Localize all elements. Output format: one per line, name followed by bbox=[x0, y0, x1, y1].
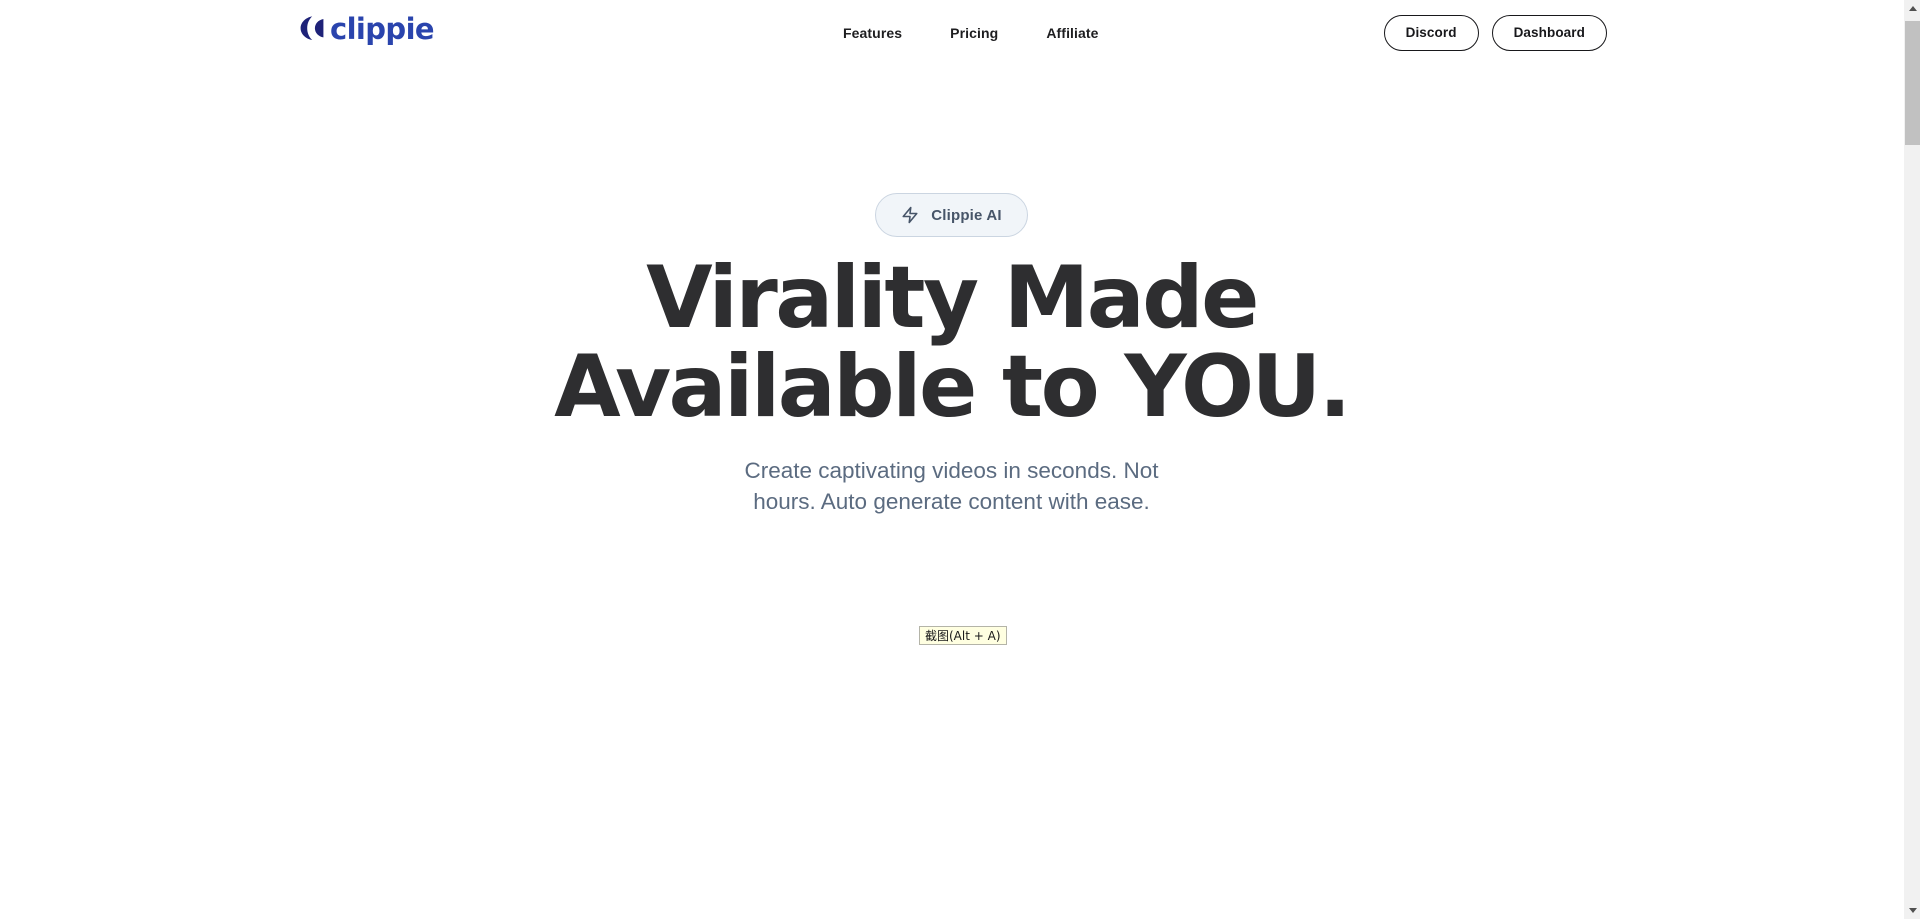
site-header: clippie Features Pricing Affiliate Disco… bbox=[0, 0, 1903, 65]
discord-button[interactable]: Discord bbox=[1383, 14, 1479, 51]
hero-title: Virality Made Available to YOU. bbox=[554, 248, 1351, 437]
nav-link-pricing[interactable]: Pricing bbox=[950, 25, 998, 41]
scrollbar-thumb[interactable] bbox=[1905, 21, 1920, 145]
zap-icon bbox=[902, 206, 918, 224]
hero-title-line-2: Available to YOU. bbox=[554, 336, 1351, 437]
nav-link-affiliate[interactable]: Affiliate bbox=[1046, 25, 1098, 41]
hero-subtitle-line-2: hours. Auto generate content with ease. bbox=[753, 488, 1150, 514]
hero-subtitle-line-1: Create captivating videos in seconds. No… bbox=[744, 458, 1159, 484]
dashboard-button[interactable]: Dashboard bbox=[1491, 14, 1607, 51]
hero-subtitle: Create captivating videos in seconds. No… bbox=[717, 456, 1187, 517]
clippie-logo-mark-icon bbox=[300, 16, 324, 40]
capture-tooltip: 截图(Alt + A) bbox=[919, 626, 1007, 645]
vertical-scrollbar[interactable] bbox=[1903, 0, 1920, 919]
main-navigation: Features Pricing Affiliate bbox=[843, 0, 1099, 65]
header-actions: Discord Dashboard bbox=[1383, 0, 1607, 65]
scroll-down-arrow-icon[interactable] bbox=[1904, 902, 1920, 919]
brand-logo[interactable]: clippie bbox=[296, 11, 435, 46]
clippie-ai-badge[interactable]: Clippie AI bbox=[875, 193, 1028, 237]
hero-section: Clippie AI Virality Made Available to YO… bbox=[0, 65, 1903, 517]
scroll-up-arrow-icon[interactable] bbox=[1904, 0, 1920, 17]
badge-label: Clippie AI bbox=[931, 206, 1002, 224]
hero-title-line-1: Virality Made bbox=[646, 248, 1259, 348]
brand-wordmark: clippie bbox=[330, 11, 435, 46]
page-viewport: clippie Features Pricing Affiliate Disco… bbox=[0, 0, 1903, 919]
nav-link-features[interactable]: Features bbox=[843, 25, 902, 41]
